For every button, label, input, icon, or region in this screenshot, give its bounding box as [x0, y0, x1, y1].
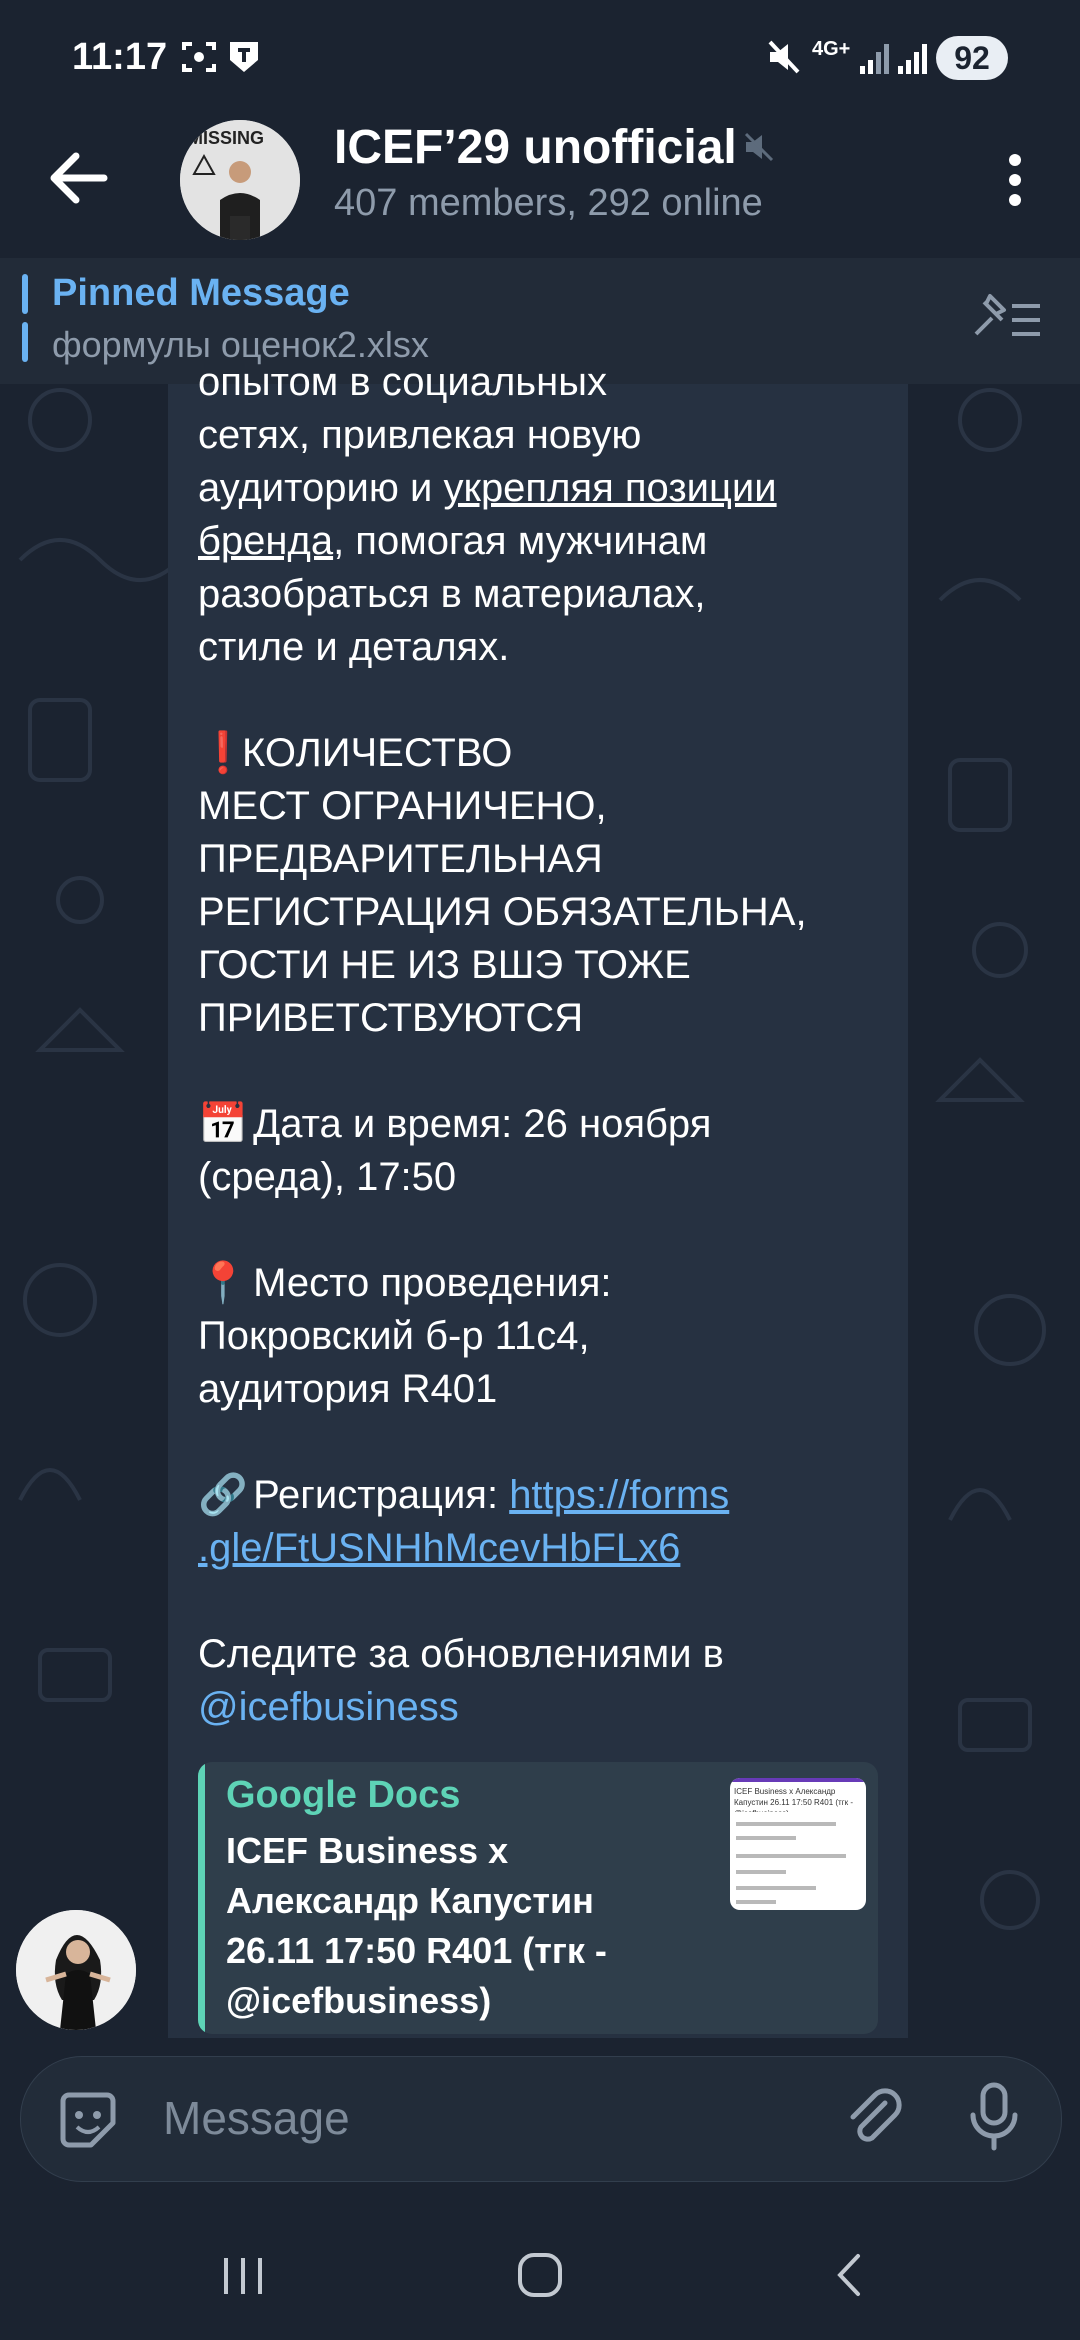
more-menu-icon[interactable] [990, 140, 1040, 220]
chat-members-count: 407 members, 292 online [334, 182, 763, 224]
back-arrow-icon[interactable] [40, 138, 120, 218]
message-input[interactable] [161, 2085, 705, 2151]
status-time: 11:17 [72, 36, 168, 78]
event-place: Место проведения: Покровский б-р 11с4, а… [198, 1261, 612, 1411]
muted-speaker-icon [744, 132, 774, 162]
chat-title[interactable]: ICEF’29 unofficial [334, 120, 737, 175]
exclamation-icon: ❗ [198, 731, 248, 775]
status-bar: 11:17 4G+ 92 [0, 0, 1080, 120]
pinned-indicator [22, 274, 28, 364]
pin-icon: 📍 [198, 1261, 248, 1305]
sticker-emoji-icon[interactable] [55, 2087, 121, 2153]
signal-icon [860, 44, 889, 74]
network-type: 4G+ [812, 38, 851, 60]
preview-thumbnail: ICEF Business x Александр Капустин 26.11… [730, 1778, 866, 1910]
group-photo-icon: MISSING [180, 120, 300, 240]
link-icon: 🔗 [198, 1473, 248, 1517]
battery-icon: 92 [936, 36, 1008, 80]
home-icon[interactable] [515, 2250, 565, 2300]
sender-avatar[interactable] [16, 1910, 136, 2030]
person-photo-icon [16, 1910, 136, 2030]
mute-icon [768, 40, 800, 74]
recent-apps-icon[interactable] [218, 2250, 268, 2300]
underlined-text: укрепляя позиции [443, 466, 777, 510]
avatar-text: MISSING [188, 128, 264, 148]
message-text: опытом в социальных сетях, привлекая нов… [198, 360, 807, 1729]
preview-title: ICEF Business x Александр Капустин 26.11… [226, 1830, 607, 2021]
signal-icon [898, 44, 927, 74]
link-preview[interactable]: Google Docs ICEF Business x Александр Ка… [198, 1762, 878, 2034]
event-date: Дата и время: 26 ноября (среда), 17:50 [198, 1102, 712, 1199]
channel-mention[interactable]: @icefbusiness [198, 1685, 459, 1729]
message-composer [20, 2056, 1062, 2182]
warning-text: КОЛИЧЕСТВО МЕСТ ОГРАНИЧЕНО, ПРЕДВАРИТЕЛЬ… [198, 731, 807, 1040]
underlined-text: бренда [198, 519, 334, 563]
system-back-icon[interactable] [826, 2250, 876, 2300]
system-nav-bar [0, 2210, 1080, 2340]
preview-site-name: Google Docs [226, 1774, 461, 1816]
screenshot-icon [182, 42, 216, 72]
chat-header: MISSING ICEF’29 unofficial 407 members, … [0, 110, 1080, 260]
pinned-label: Pinned Message [52, 272, 350, 314]
preview-accent-bar [198, 1762, 205, 2034]
notification-icon [230, 42, 258, 72]
pinned-list-icon[interactable] [970, 288, 1046, 348]
microphone-icon[interactable] [961, 2081, 1027, 2153]
chat-avatar[interactable]: MISSING [180, 120, 300, 240]
thumbnail-text: ICEF Business x Александр Капустин 26.11… [734, 1787, 853, 1812]
message-bubble[interactable]: опытом в социальных сетях, привлекая нов… [168, 360, 908, 2038]
calendar-icon: 📅 [198, 1102, 248, 1146]
attach-paperclip-icon[interactable] [841, 2085, 907, 2151]
